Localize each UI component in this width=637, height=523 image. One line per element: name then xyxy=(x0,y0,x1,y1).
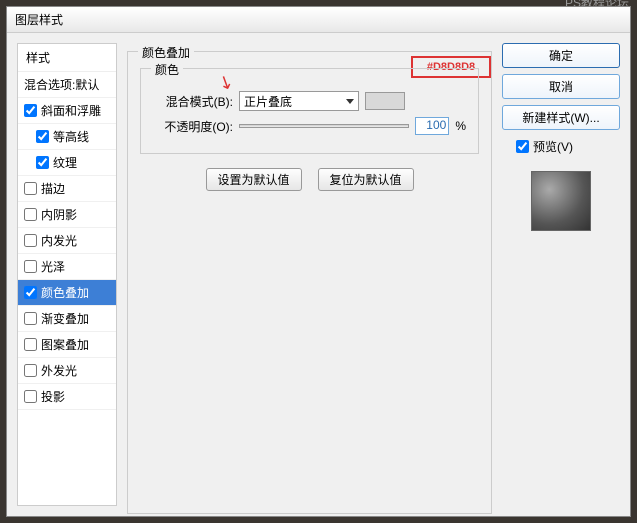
cancel-button[interactable]: 取消 xyxy=(502,74,620,99)
sidebar-checkbox-5[interactable] xyxy=(24,234,37,247)
opacity-label: 不透明度(O): xyxy=(153,118,233,135)
sidebar-item-5[interactable]: 内发光 xyxy=(18,228,116,254)
style-sidebar: 样式 混合选项:默认 斜面和浮雕等高线纹理描边内阴影内发光光泽颜色叠加渐变叠加图… xyxy=(17,43,117,506)
sidebar-item-3[interactable]: 描边 xyxy=(18,176,116,202)
sidebar-item-0[interactable]: 斜面和浮雕 xyxy=(18,98,116,124)
sidebar-item-2[interactable]: 纹理 xyxy=(18,150,116,176)
chevron-down-icon xyxy=(346,99,354,104)
sidebar-label-8: 渐变叠加 xyxy=(41,310,89,327)
sidebar-label-9: 图案叠加 xyxy=(41,336,89,353)
sidebar-checkbox-1[interactable] xyxy=(36,130,49,143)
blend-mode-label: 混合模式(B): xyxy=(153,93,233,110)
sidebar-label-10: 外发光 xyxy=(41,362,77,379)
sidebar-checkbox-3[interactable] xyxy=(24,182,37,195)
sidebar-blend-options[interactable]: 混合选项:默认 xyxy=(18,72,116,98)
section-title: 颜色叠加 xyxy=(138,44,194,61)
title-bar: 图层样式 xyxy=(7,7,630,33)
sidebar-item-9[interactable]: 图案叠加 xyxy=(18,332,116,358)
sidebar-item-7[interactable]: 颜色叠加 xyxy=(18,280,116,306)
sidebar-checkbox-9[interactable] xyxy=(24,338,37,351)
sidebar-label-5: 内发光 xyxy=(41,232,77,249)
sidebar-checkbox-0[interactable] xyxy=(24,104,37,117)
sidebar-label-7: 颜色叠加 xyxy=(41,284,89,301)
sidebar-label-3: 描边 xyxy=(41,180,65,197)
sidebar-checkbox-2[interactable] xyxy=(36,156,49,169)
preview-label: 预览(V) xyxy=(533,138,573,155)
layer-style-dialog: 图层样式 样式 混合选项:默认 斜面和浮雕等高线纹理描边内阴影内发光光泽颜色叠加… xyxy=(6,6,631,517)
sidebar-checkbox-6[interactable] xyxy=(24,260,37,273)
ok-button[interactable]: 确定 xyxy=(502,43,620,68)
color-swatch[interactable] xyxy=(365,92,405,110)
sidebar-checkbox-10[interactable] xyxy=(24,364,37,377)
sidebar-item-11[interactable]: 投影 xyxy=(18,384,116,410)
preview-checkbox[interactable] xyxy=(516,140,529,153)
color-group-label: 颜色 xyxy=(151,61,183,78)
reset-default-button[interactable]: 复位为默认值 xyxy=(318,168,414,191)
sidebar-checkbox-11[interactable] xyxy=(24,390,37,403)
sidebar-label-2: 纹理 xyxy=(53,154,77,171)
sidebar-label-11: 投影 xyxy=(41,388,65,405)
sidebar-item-10[interactable]: 外发光 xyxy=(18,358,116,384)
sidebar-checkbox-8[interactable] xyxy=(24,312,37,325)
sidebar-item-8[interactable]: 渐变叠加 xyxy=(18,306,116,332)
sidebar-head[interactable]: 样式 xyxy=(18,44,116,72)
sidebar-label-6: 光泽 xyxy=(41,258,65,275)
preview-thumbnail xyxy=(531,171,591,231)
sidebar-item-4[interactable]: 内阴影 xyxy=(18,202,116,228)
opacity-input[interactable]: 100 xyxy=(415,117,449,135)
opacity-unit: % xyxy=(455,119,466,133)
new-style-button[interactable]: 新建样式(W)... xyxy=(502,105,620,130)
right-column: 确定 取消 新建样式(W)... 预览(V) xyxy=(502,43,620,506)
make-default-button[interactable]: 设置为默认值 xyxy=(206,168,302,191)
sidebar-item-1[interactable]: 等高线 xyxy=(18,124,116,150)
main-panel: 颜色叠加 #D8D8D8 ↘ 颜色 混合模式(B): 正片叠底 不透明度(O): xyxy=(127,43,492,506)
sidebar-checkbox-7[interactable] xyxy=(24,286,37,299)
opacity-slider[interactable] xyxy=(239,124,409,128)
blend-mode-select[interactable]: 正片叠底 xyxy=(239,91,359,111)
blend-mode-value: 正片叠底 xyxy=(244,93,292,110)
sidebar-item-6[interactable]: 光泽 xyxy=(18,254,116,280)
sidebar-label-1: 等高线 xyxy=(53,128,89,145)
sidebar-blend-label: 混合选项:默认 xyxy=(24,76,99,93)
sidebar-label-4: 内阴影 xyxy=(41,206,77,223)
window-title: 图层样式 xyxy=(15,13,63,27)
sidebar-label-0: 斜面和浮雕 xyxy=(41,102,101,119)
sidebar-checkbox-4[interactable] xyxy=(24,208,37,221)
